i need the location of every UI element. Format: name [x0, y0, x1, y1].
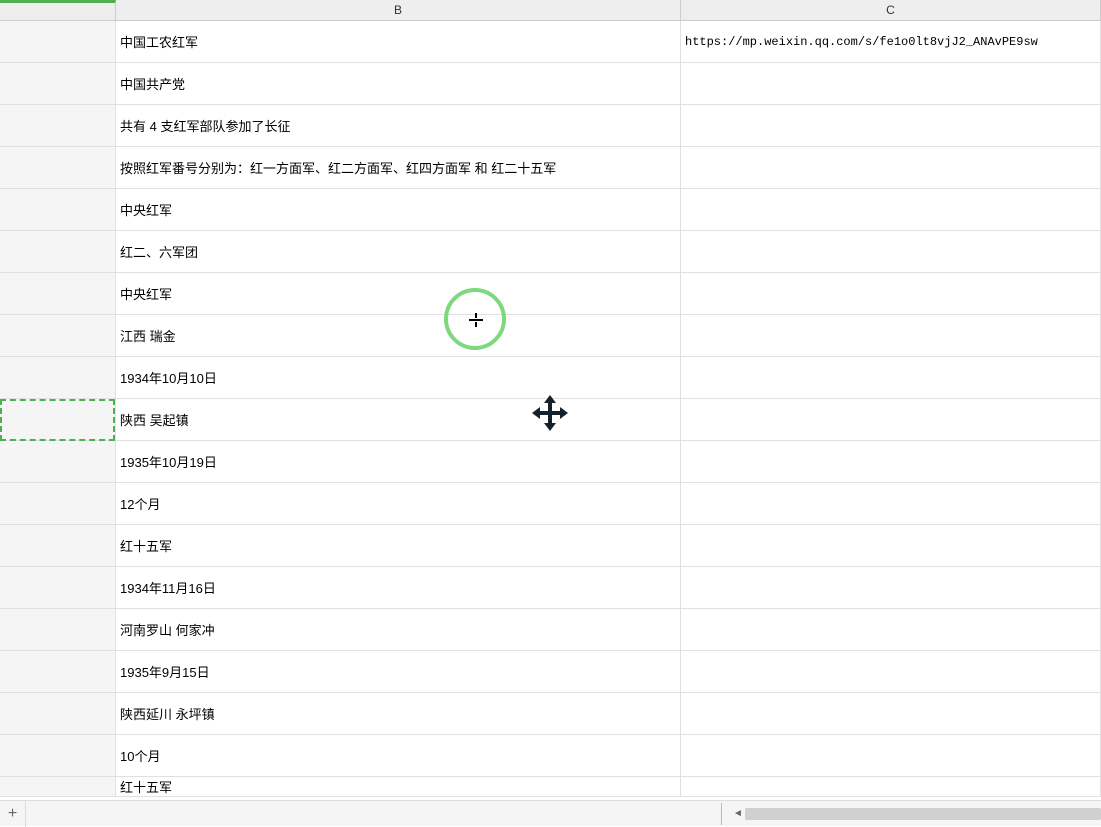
cell[interactable]: 红十五军 — [116, 525, 681, 566]
cell[interactable] — [0, 315, 116, 356]
table-row[interactable]: 红十五军 — [0, 525, 1101, 567]
cell[interactable] — [681, 567, 1101, 608]
cell[interactable]: 1934年11月16日 — [116, 567, 681, 608]
cell[interactable] — [0, 609, 116, 650]
cell[interactable] — [681, 651, 1101, 692]
cell[interactable] — [681, 315, 1101, 356]
cell[interactable] — [0, 273, 116, 314]
table-row[interactable]: 10个月 — [0, 735, 1101, 777]
cell[interactable]: 10个月 — [116, 735, 681, 776]
cell[interactable] — [681, 441, 1101, 482]
cell[interactable]: 中国工农红军 — [116, 21, 681, 62]
sheet-tab-bar: + ◄ — [0, 800, 1101, 826]
column-header-b[interactable]: B — [116, 0, 681, 20]
cell[interactable]: 中央红军 — [116, 273, 681, 314]
cell[interactable] — [681, 399, 1101, 440]
cell[interactable]: 按照红军番号分别为：红一方面军、红二方面军、红四方面军 和 红二十五军 — [116, 147, 681, 188]
cell[interactable] — [0, 147, 116, 188]
cell[interactable] — [0, 483, 116, 524]
add-sheet-button[interactable]: + — [0, 801, 26, 827]
cell[interactable] — [681, 525, 1101, 566]
cell[interactable] — [681, 693, 1101, 734]
cell[interactable]: 1935年9月15日 — [116, 651, 681, 692]
cell[interactable] — [0, 651, 116, 692]
table-row[interactable]: 1935年10月19日 — [0, 441, 1101, 483]
cell[interactable] — [681, 777, 1101, 796]
cell[interactable] — [681, 189, 1101, 230]
cell[interactable] — [0, 735, 116, 776]
cell[interactable]: 河南罗山 何家冲 — [116, 609, 681, 650]
column-header-a[interactable] — [0, 0, 116, 20]
cell[interactable] — [0, 189, 116, 230]
table-row[interactable]: 红二、六军团 — [0, 231, 1101, 273]
table-row[interactable]: 1934年10月10日 — [0, 357, 1101, 399]
cell[interactable] — [0, 693, 116, 734]
cell[interactable] — [0, 231, 116, 272]
table-row[interactable]: 12个月 — [0, 483, 1101, 525]
table-row[interactable]: 共有 4 支红军部队参加了长征 — [0, 105, 1101, 147]
cell[interactable] — [0, 63, 116, 104]
cell[interactable]: 陕西 吴起镇 — [116, 399, 681, 440]
cell[interactable]: 共有 4 支红军部队参加了长征 — [116, 105, 681, 146]
table-row[interactable]: 中国共产党 — [0, 63, 1101, 105]
cell[interactable]: 陕西延川 永坪镇 — [116, 693, 681, 734]
cell[interactable]: https://mp.weixin.qq.com/s/fe1o0lt8vjJ2_… — [681, 21, 1101, 62]
horizontal-scrollbar[interactable]: ◄ — [721, 803, 1101, 825]
cell[interactable]: 红十五军 — [116, 777, 681, 796]
cell[interactable]: 中国共产党 — [116, 63, 681, 104]
cell[interactable] — [0, 105, 116, 146]
cell[interactable] — [0, 525, 116, 566]
column-header-row: B C — [0, 0, 1101, 21]
table-row[interactable]: 按照红军番号分别为：红一方面军、红二方面军、红四方面军 和 红二十五军 — [0, 147, 1101, 189]
rows-container: 中国工农红军 https://mp.weixin.qq.com/s/fe1o0l… — [0, 21, 1101, 797]
cell[interactable] — [0, 399, 116, 440]
cell[interactable]: 1935年10月19日 — [116, 441, 681, 482]
table-row[interactable]: 陕西延川 永坪镇 — [0, 693, 1101, 735]
table-row[interactable]: 1935年9月15日 — [0, 651, 1101, 693]
scroll-track[interactable] — [745, 808, 1101, 820]
cell[interactable]: 中央红军 — [116, 189, 681, 230]
cell[interactable]: 江西 瑞金 — [116, 315, 681, 356]
cell[interactable]: 12个月 — [116, 483, 681, 524]
table-row[interactable]: 红十五军 — [0, 777, 1101, 797]
cell[interactable] — [681, 231, 1101, 272]
table-row[interactable]: 中国工农红军 https://mp.weixin.qq.com/s/fe1o0l… — [0, 21, 1101, 63]
scroll-thumb[interactable] — [745, 808, 1101, 820]
cell[interactable]: 1934年10月10日 — [116, 357, 681, 398]
table-row[interactable]: 河南罗山 何家冲 — [0, 609, 1101, 651]
cell[interactable] — [681, 735, 1101, 776]
column-header-c[interactable]: C — [681, 0, 1101, 20]
spreadsheet-grid[interactable]: B C 中国工农红军 https://mp.weixin.qq.com/s/fe… — [0, 0, 1101, 800]
cell[interactable] — [681, 273, 1101, 314]
cell[interactable] — [0, 777, 116, 796]
cell[interactable] — [681, 105, 1101, 146]
table-row[interactable]: 中央红军 — [0, 189, 1101, 231]
cell[interactable]: 红二、六军团 — [116, 231, 681, 272]
table-row[interactable]: 陕西 吴起镇 — [0, 399, 1101, 441]
cell[interactable] — [681, 609, 1101, 650]
scroll-left-icon[interactable]: ◄ — [731, 804, 745, 824]
cell[interactable] — [681, 357, 1101, 398]
scroll-divider — [721, 803, 731, 825]
cell[interactable] — [0, 441, 116, 482]
table-row[interactable]: 1934年11月16日 — [0, 567, 1101, 609]
table-row[interactable]: 江西 瑞金 — [0, 315, 1101, 357]
cell[interactable] — [0, 357, 116, 398]
cell[interactable] — [681, 483, 1101, 524]
cell[interactable] — [0, 567, 116, 608]
cell[interactable] — [681, 63, 1101, 104]
table-row[interactable]: 中央红军 — [0, 273, 1101, 315]
cell[interactable] — [681, 147, 1101, 188]
cell[interactable] — [0, 21, 116, 62]
